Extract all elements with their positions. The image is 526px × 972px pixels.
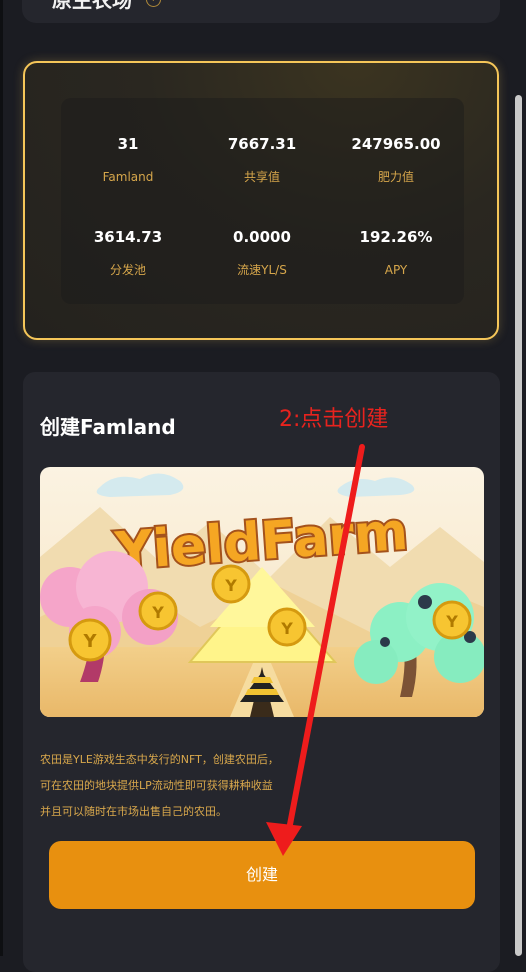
stat-label: APY — [384, 263, 408, 277]
create-section-title: 创建Famland — [40, 415, 176, 439]
annotation-label: 2:点击创建 — [279, 407, 389, 432]
stat-value: 0.0000 — [233, 228, 291, 246]
stat-value: 247965.00 — [351, 135, 441, 153]
svg-text:Y: Y — [82, 631, 97, 652]
stat-shared-value: 7667.31 共享值 — [195, 134, 329, 185]
create-description: 农田是YLE游戏生态中发行的NFT，创建农田后， 可在农田的地块提供LP流动性即… — [40, 747, 460, 825]
stat-label: 共享值 — [243, 170, 280, 184]
svg-text:Y: Y — [224, 576, 237, 595]
stat-flow-rate: 0.0000 流速YL/S — [195, 227, 329, 278]
stat-value: 31 — [117, 135, 139, 153]
page-title: 原生农场 — [52, 0, 132, 12]
stat-label: 流速YL/S — [237, 263, 287, 277]
stat-value: 7667.31 — [227, 135, 297, 153]
stat-label: 分发池 — [109, 263, 146, 277]
farm-page: 原生农场 ? 31 Famland 7667.31 共享值 247965.00 … — [0, 0, 526, 972]
coin-icon: Y — [68, 618, 112, 662]
coin-icon: Y — [432, 600, 472, 640]
coin-icon: Y — [138, 591, 178, 631]
stat-distribution-pool: 3614.73 分发池 — [61, 227, 195, 278]
stat-label: Famland — [102, 170, 154, 184]
create-button[interactable]: 创建 — [49, 841, 475, 909]
stats-card: 31 Famland 7667.31 共享值 247965.00 肥力值 361… — [23, 61, 499, 340]
description-line: 并且可以随时在市场出售自己的农田。 — [40, 805, 227, 818]
yieldfarm-banner-image: YieldFarm Y Y Y Y Y — [40, 467, 484, 717]
svg-text:Y: Y — [151, 603, 164, 622]
svg-text:Y: Y — [445, 612, 458, 631]
coin-icon: Y — [211, 564, 251, 604]
scrollbar-thumb[interactable] — [515, 95, 522, 956]
stat-value: 192.26% — [359, 228, 433, 246]
left-edge — [0, 0, 3, 956]
description-line: 农田是YLE游戏生态中发行的NFT，创建农田后， — [40, 753, 279, 766]
stat-apy: 192.26% APY — [329, 227, 463, 278]
coin-icon: Y — [267, 607, 307, 647]
stats-panel: 31 Famland 7667.31 共享值 247965.00 肥力值 361… — [61, 98, 464, 304]
stat-fertility: 247965.00 肥力值 — [329, 134, 463, 185]
stat-famland: 31 Famland — [61, 134, 195, 185]
stat-label: 肥力值 — [377, 170, 414, 184]
stat-value: 3614.73 — [93, 228, 163, 246]
svg-text:Y: Y — [280, 619, 293, 638]
description-line: 可在农田的地块提供LP流动性即可获得耕种收益 — [40, 779, 273, 792]
